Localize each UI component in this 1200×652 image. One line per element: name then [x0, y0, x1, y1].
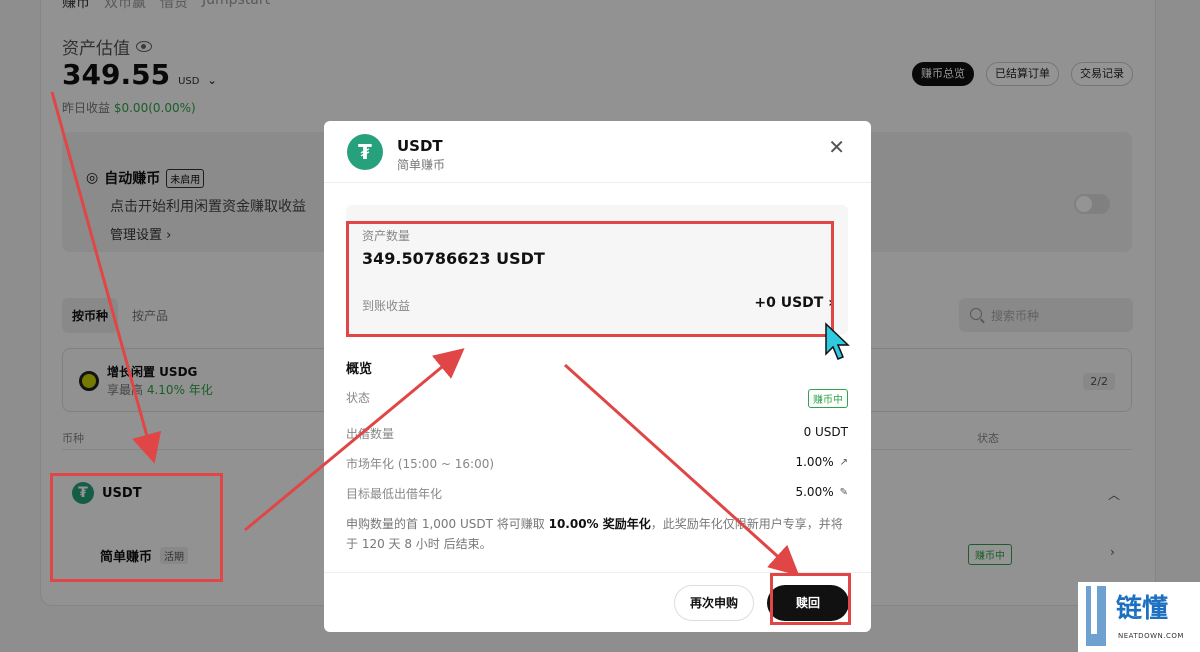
notice-bonus-rate: 10.00% 奖励年化: [548, 517, 651, 531]
highlight-redeem-box: [770, 573, 851, 625]
status-row: 状态 赚币中: [346, 389, 848, 408]
status-badge: 赚币中: [808, 389, 848, 408]
modal-subtitle: 简单赚币: [397, 158, 446, 172]
watermark-site: NEATDOWN.COM: [1118, 632, 1184, 640]
notice-text-a: 申购数量的首 1,000 USDT 将可赚取: [346, 517, 549, 531]
tether-icon: ₮: [347, 134, 383, 170]
market-apy-label: 市场年化 (15:00 ~ 16:00): [346, 457, 495, 471]
subscribe-again-button[interactable]: 再次申购: [674, 585, 754, 621]
bonus-notice: 申购数量的首 1,000 USDT 将可赚取 10.00% 奖励年化，此奖励年化…: [346, 514, 848, 554]
overview-title: 概览: [346, 362, 373, 377]
edit-icon[interactable]: ✎: [840, 487, 848, 498]
lent-amount-row: 出借数量 0 USDT: [346, 425, 848, 443]
highlight-balance-box: [346, 221, 834, 337]
watermark-name: 链懂: [1116, 594, 1169, 624]
lent-amount-label: 出借数量: [346, 427, 395, 441]
status-label: 状态: [346, 391, 371, 405]
target-apy-label: 目标最低出借年化: [346, 487, 443, 501]
chart-icon[interactable]: ↗: [840, 457, 848, 468]
product-detail-modal: ₮ USDT 简单赚币 ✕ 资产数量 349.50786623 USDT 到账收…: [324, 121, 871, 632]
target-apy-value: 5.00%: [795, 485, 834, 499]
modal-header: ₮ USDT 简单赚币 ✕: [324, 121, 871, 183]
lent-amount-value: 0 USDT: [803, 425, 848, 439]
watermark: 链懂 NEATDOWN.COM: [1078, 582, 1200, 652]
target-apy-row: 目标最低出借年化 5.00% ✎: [346, 485, 848, 503]
market-apy-row: 市场年化 (15:00 ~ 16:00) 1.00% ↗: [346, 455, 848, 473]
modal-title: USDT: [397, 137, 443, 155]
close-icon[interactable]: ✕: [828, 135, 845, 159]
watermark-logo-icon: [1086, 586, 1106, 646]
market-apy-value: 1.00%: [795, 455, 834, 469]
highlight-coin-box: [50, 473, 223, 582]
